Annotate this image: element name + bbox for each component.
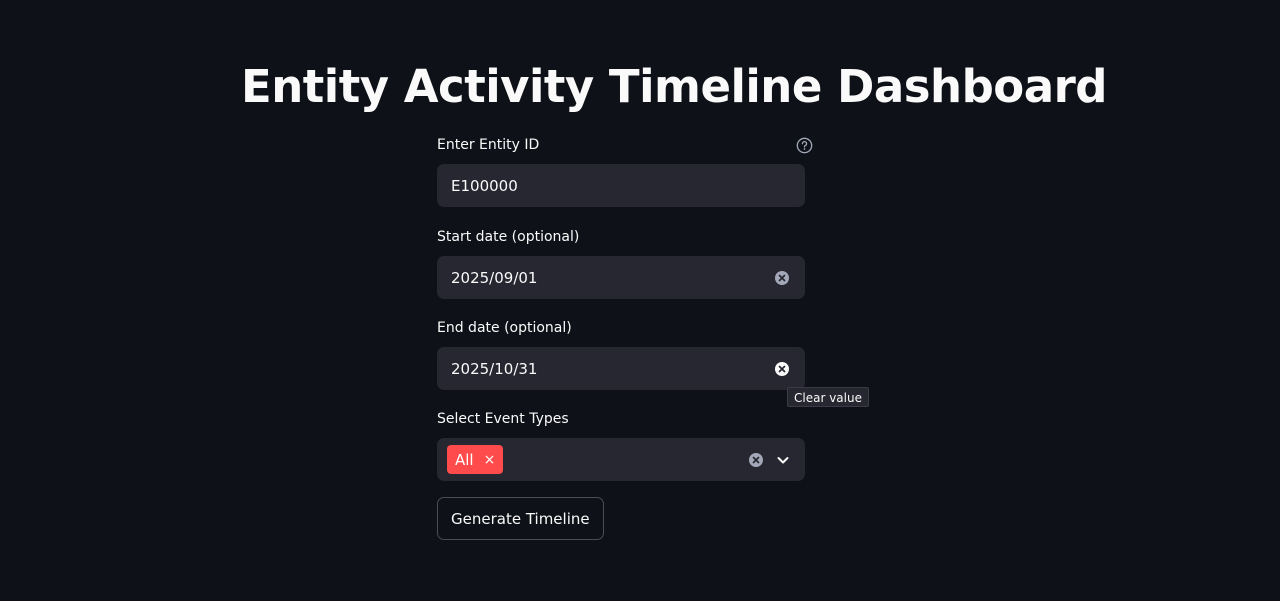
end-date-label-row: End date (optional): [437, 316, 805, 340]
event-types-multiselect[interactable]: All ×: [437, 438, 805, 481]
app-page: Entity Activity Timeline Dashboard Enter…: [0, 0, 1280, 601]
start-date-label: Start date (optional): [437, 229, 580, 245]
event-types-label-row: Select Event Types: [437, 407, 805, 431]
timeline-form: Enter Entity ID Start date (optional): [437, 133, 813, 540]
generate-timeline-button[interactable]: Generate Timeline: [437, 497, 604, 540]
event-type-tag-label: All: [455, 450, 474, 469]
start-date-input[interactable]: [437, 256, 805, 299]
help-icon[interactable]: [796, 137, 813, 154]
end-date-label: End date (optional): [437, 320, 572, 336]
start-date-input-box: [437, 256, 805, 299]
event-types-clear-icon[interactable]: [748, 452, 764, 468]
entity-id-input[interactable]: [437, 164, 805, 207]
clear-value-tooltip: Clear value: [787, 387, 869, 407]
tag-remove-icon[interactable]: ×: [484, 452, 496, 468]
end-date-input-box: [437, 347, 805, 390]
end-date-clear-icon[interactable]: [774, 361, 790, 377]
page-title: Entity Activity Timeline Dashboard: [241, 60, 1107, 113]
entity-id-group: Enter Entity ID: [437, 133, 813, 207]
entity-id-label: Enter Entity ID: [437, 137, 540, 153]
end-date-group: End date (optional): [437, 316, 805, 390]
chevron-down-icon[interactable]: [776, 453, 790, 467]
start-date-clear-icon[interactable]: [774, 270, 790, 286]
event-types-group: Select Event Types All ×: [437, 407, 805, 481]
start-date-group: Start date (optional): [437, 225, 805, 299]
entity-id-input-box: [437, 164, 805, 207]
start-date-label-row: Start date (optional): [437, 225, 805, 249]
entity-id-label-row: Enter Entity ID: [437, 133, 813, 157]
end-date-input[interactable]: [437, 347, 805, 390]
event-type-tag-all: All ×: [447, 445, 504, 474]
event-types-label: Select Event Types: [437, 411, 569, 427]
